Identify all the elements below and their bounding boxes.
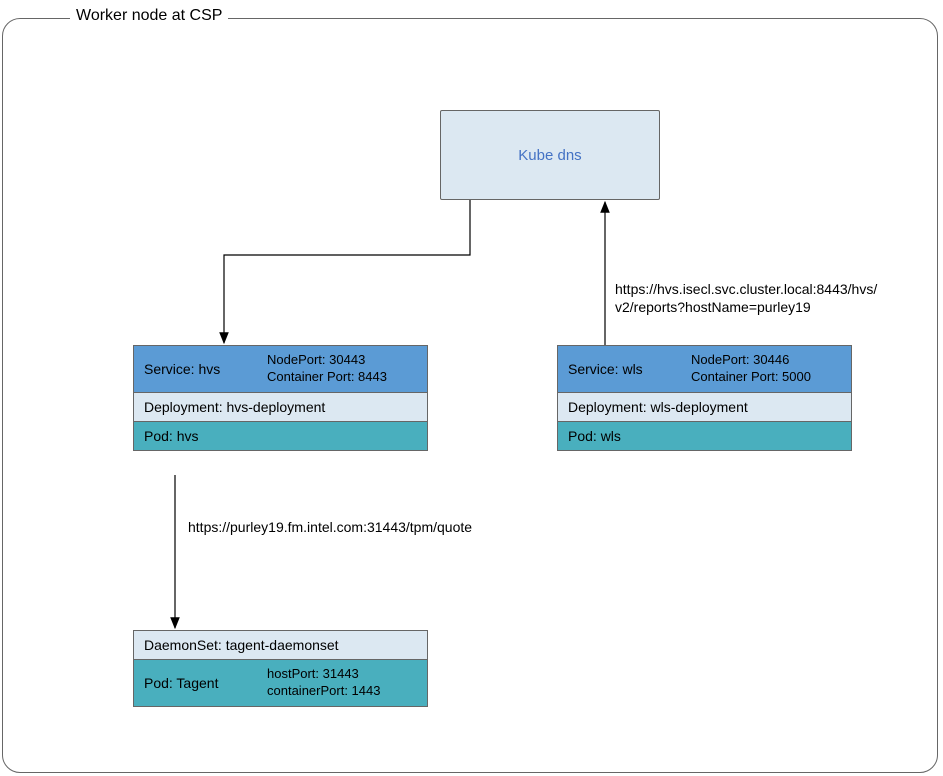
hvs-service-label: Service: hvs [144, 361, 267, 377]
hvs-deployment-label: Deployment: hvs-deployment [144, 399, 417, 415]
tagent-pod-label: Pod: Tagent [144, 675, 267, 691]
tagent-daemonset-label: DaemonSet: tagent-daemonset [144, 637, 417, 653]
tagent-pod-row: Pod: Tagent hostPort: 31443 containerPor… [134, 660, 427, 706]
url-right-label: https://hvs.isecl.svc.cluster.local:8443… [615, 280, 915, 316]
wls-service-label: Service: wls [568, 361, 691, 377]
hvs-stack: Service: hvs NodePort: 30443 Container P… [133, 345, 428, 451]
url-right-line1: https://hvs.isecl.svc.cluster.local:8443… [615, 280, 915, 298]
tagent-ports: hostPort: 31443 containerPort: 1443 [267, 666, 417, 700]
wls-service-row: Service: wls NodePort: 30446 Container P… [558, 346, 851, 393]
url-right-line2: v2/reports?hostName=purley19 [615, 298, 915, 316]
hvs-containerport: Container Port: 8443 [267, 369, 417, 386]
wls-nodeport: NodePort: 30446 [691, 352, 841, 369]
hvs-pod-label: Pod: hvs [144, 428, 417, 444]
tagent-stack: DaemonSet: tagent-daemonset Pod: Tagent … [133, 630, 428, 707]
wls-ports: NodePort: 30446 Container Port: 5000 [691, 352, 841, 386]
tagent-daemonset-row: DaemonSet: tagent-daemonset [134, 631, 427, 660]
tagent-containerport: containerPort: 1443 [267, 683, 417, 700]
wls-pod-row: Pod: wls [558, 422, 851, 450]
kube-dns-box: Kube dns [440, 110, 660, 200]
wls-containerport: Container Port: 5000 [691, 369, 841, 386]
wls-pod-label: Pod: wls [568, 428, 841, 444]
url-left-label: https://purley19.fm.intel.com:31443/tpm/… [188, 518, 472, 536]
kube-dns-label: Kube dns [518, 147, 581, 164]
tagent-hostport: hostPort: 31443 [267, 666, 417, 683]
hvs-ports: NodePort: 30443 Container Port: 8443 [267, 352, 417, 386]
wls-stack: Service: wls NodePort: 30446 Container P… [557, 345, 852, 451]
wls-deployment-label: Deployment: wls-deployment [568, 399, 841, 415]
hvs-nodeport: NodePort: 30443 [267, 352, 417, 369]
wls-deployment-row: Deployment: wls-deployment [558, 393, 851, 422]
hvs-deployment-row: Deployment: hvs-deployment [134, 393, 427, 422]
hvs-pod-row: Pod: hvs [134, 422, 427, 450]
frame-title: Worker node at CSP [70, 7, 228, 25]
hvs-service-row: Service: hvs NodePort: 30443 Container P… [134, 346, 427, 393]
